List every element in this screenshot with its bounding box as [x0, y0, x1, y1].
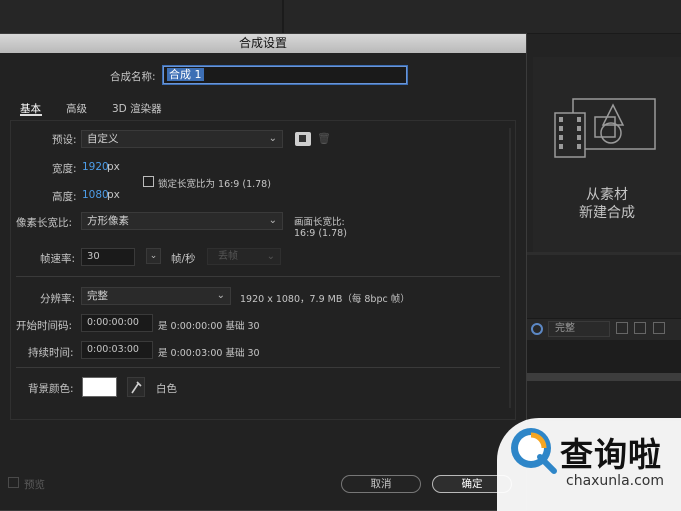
new-comp-from-footage-icon[interactable]	[553, 97, 657, 159]
watermark-brand: 查询啦	[560, 435, 662, 474]
bg-color-name: 白色	[156, 383, 177, 395]
preset-select[interactable]: 自定义 ⌄	[81, 130, 283, 148]
resolution-label: 分辨率:	[40, 293, 76, 305]
resolution-info: 1920 x 1080，7.9 MB（每 8bpc 帧）	[240, 294, 410, 305]
from-footage-line2: 新建合成	[579, 205, 635, 221]
comp-name-input[interactable]: 合成 1	[163, 66, 407, 84]
comp-name-value: 合成 1	[167, 68, 204, 81]
fps-unit: 帧/秒	[171, 253, 196, 265]
resolution-value: 完整	[87, 290, 108, 302]
dialog-title[interactable]: 合成设置	[0, 34, 526, 53]
active-tab-underline	[20, 114, 42, 116]
pixel-aspect-label: 像素长宽比:	[16, 217, 73, 229]
tab-3d-renderer[interactable]: 3D 渲染器	[112, 101, 162, 116]
bg-color-label: 背景颜色:	[28, 383, 74, 395]
duration-label: 持续时间:	[28, 347, 74, 359]
width-label: 宽度:	[52, 163, 77, 175]
drop-frame-select: 丢帧 ⌄	[207, 248, 281, 265]
color-pie-icon[interactable]	[531, 323, 543, 335]
duration-info: 是 0:00:03:00 基础 30	[158, 348, 260, 359]
watermark-url: chaxunla.com	[566, 473, 664, 489]
frame-aspect-label: 画面长宽比:	[294, 217, 345, 228]
chevron-down-icon: ⌄	[268, 133, 277, 144]
start-timecode-info: 是 0:00:00:00 基础 30	[158, 321, 260, 332]
time-ruler[interactable]	[527, 373, 681, 381]
new-comp-from-footage-label: 从素材 新建合成	[533, 186, 681, 222]
height-label: 高度:	[52, 191, 77, 203]
save-preset-icon[interactable]	[295, 132, 311, 146]
panel-divider	[527, 252, 681, 255]
composition-settings-dialog: 合成设置 合成名称: 合成 1 基本 高级 3D 渲染器 预设: 自定义 ⌄ 🗑…	[0, 33, 527, 511]
from-footage-line1: 从素材	[586, 187, 628, 203]
chevron-down-icon: ⌄	[216, 290, 225, 301]
preview-checkbox[interactable]	[8, 477, 19, 488]
comp-name-label: 合成名称:	[110, 71, 156, 83]
timeline-header	[527, 340, 681, 373]
frame-aspect-value: 16:9 (1.78)	[294, 228, 347, 239]
preset-value: 自定义	[87, 133, 119, 145]
panel-divider[interactable]	[282, 0, 284, 34]
timeline-area[interactable]	[527, 381, 681, 421]
divider	[16, 276, 500, 277]
height-unit: px	[107, 189, 120, 201]
pixel-aspect-select[interactable]: 方形像素 ⌄	[81, 212, 283, 230]
width-value[interactable]: 1920	[82, 161, 109, 173]
preview-label: 预览	[24, 479, 45, 491]
tab-advanced[interactable]: 高级	[66, 101, 87, 116]
chevron-down-icon: ⌄	[266, 251, 275, 262]
app-top-panel	[0, 0, 681, 34]
eyedropper-icon[interactable]	[127, 377, 145, 397]
preset-label: 预设:	[52, 134, 77, 146]
height-value[interactable]: 1080	[82, 189, 109, 201]
lock-aspect-checkbox[interactable]	[143, 176, 154, 187]
mask-visibility-icon[interactable]	[653, 322, 665, 334]
transparency-grid-icon[interactable]	[634, 322, 646, 334]
start-timecode-label: 开始时间码:	[16, 320, 73, 332]
magnifier-logo-icon	[511, 428, 557, 474]
region-of-interest-icon[interactable]	[616, 322, 628, 334]
chevron-down-icon: ⌄	[268, 215, 277, 226]
fps-input[interactable]: 30	[81, 248, 135, 266]
scrollbar[interactable]	[509, 128, 511, 408]
trash-icon[interactable]: 🗑	[317, 132, 331, 146]
start-timecode-input[interactable]: 0:00:00:00	[81, 314, 153, 332]
fps-menu-chevron-icon[interactable]: ⌄	[146, 248, 161, 264]
fps-label: 帧速率:	[40, 253, 76, 265]
width-unit: px	[107, 161, 120, 173]
cancel-button[interactable]: 取消	[341, 475, 421, 493]
resolution-select[interactable]: 完整 ⌄	[81, 287, 231, 305]
drop-frame-value: 丢帧	[218, 251, 238, 262]
duration-input[interactable]: 0:00:03:00	[81, 341, 153, 359]
pixel-aspect-value: 方形像素	[87, 215, 129, 227]
bg-color-swatch[interactable]	[82, 377, 117, 397]
resolution-select[interactable]: 完整	[548, 321, 610, 337]
divider	[16, 367, 500, 368]
lock-aspect-label: 锁定长宽比为 16:9 (1.78)	[158, 179, 271, 190]
